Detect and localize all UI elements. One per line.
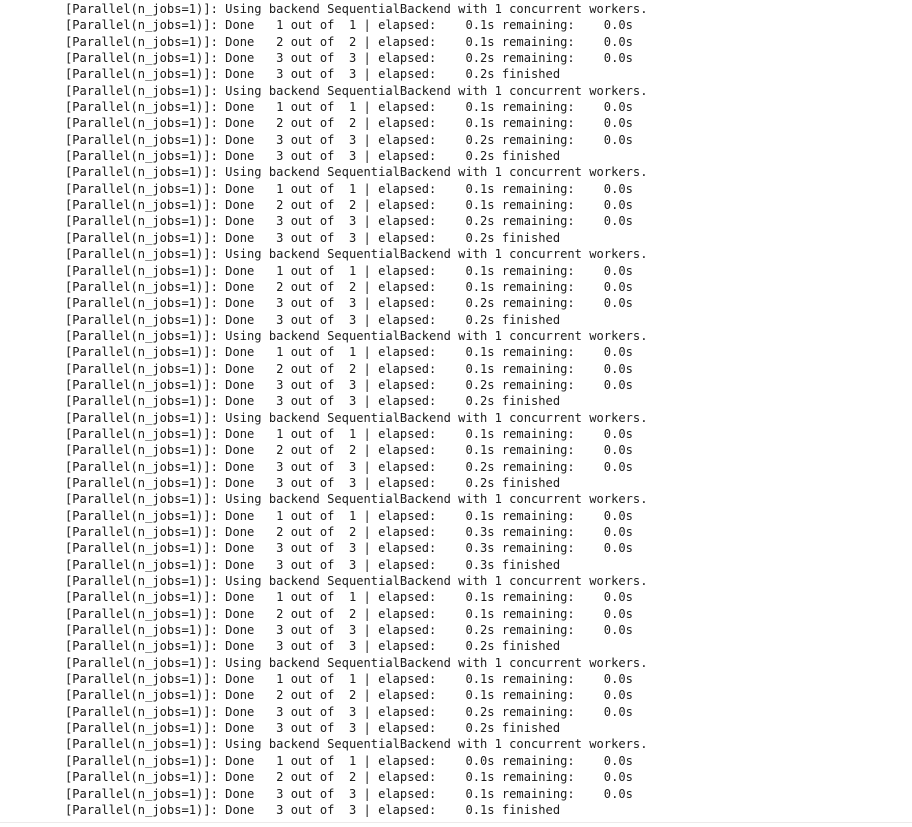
- log-line-progress: [Parallel(n_jobs=1)]: Done 3 out of 3 | …: [65, 214, 633, 229]
- log-line-progress: [Parallel(n_jobs=1)]: Done 1 out of 1 | …: [65, 753, 633, 768]
- log-line-progress-finished: [Parallel(n_jobs=1)]: Done 3 out of 3 | …: [65, 394, 561, 409]
- log-line-progress: [Parallel(n_jobs=1)]: Done 1 out of 1 | …: [65, 345, 633, 360]
- log-line-progress-finished: [Parallel(n_jobs=1)]: Done 3 out of 3 | …: [65, 230, 561, 245]
- log-line-progress: [Parallel(n_jobs=1)]: Done 1 out of 1 | …: [65, 18, 633, 33]
- log-line-backend-header: [Parallel(n_jobs=1)]: Using backend Sequ…: [65, 247, 648, 262]
- log-line-progress: [Parallel(n_jobs=1)]: Done 2 out of 2 | …: [65, 34, 633, 49]
- console-output-panel: [Parallel(n_jobs=1)]: Using backend Sequ…: [0, 0, 912, 827]
- log-line-backend-header: [Parallel(n_jobs=1)]: Using backend Sequ…: [65, 328, 648, 343]
- log-line-progress: [Parallel(n_jobs=1)]: Done 1 out of 1 | …: [65, 181, 633, 196]
- log-line-progress: [Parallel(n_jobs=1)]: Done 3 out of 3 | …: [65, 377, 633, 392]
- log-line-progress: [Parallel(n_jobs=1)]: Done 1 out of 1 | …: [65, 263, 633, 278]
- log-line-progress: [Parallel(n_jobs=1)]: Done 3 out of 3 | …: [65, 132, 633, 147]
- log-line-progress-finished: [Parallel(n_jobs=1)]: Done 3 out of 3 | …: [65, 639, 561, 654]
- log-line-progress: [Parallel(n_jobs=1)]: Done 2 out of 2 | …: [65, 116, 633, 131]
- log-line-progress: [Parallel(n_jobs=1)]: Done 1 out of 1 | …: [65, 672, 633, 687]
- log-line-progress: [Parallel(n_jobs=1)]: Done 3 out of 3 | …: [65, 296, 633, 311]
- log-line-progress: [Parallel(n_jobs=1)]: Done 2 out of 2 | …: [65, 361, 633, 376]
- log-line-progress: [Parallel(n_jobs=1)]: Done 2 out of 2 | …: [65, 198, 633, 213]
- log-line-progress-finished: [Parallel(n_jobs=1)]: Done 3 out of 3 | …: [65, 802, 561, 817]
- log-line-progress: [Parallel(n_jobs=1)]: Done 2 out of 2 | …: [65, 688, 633, 703]
- log-line-progress-finished: [Parallel(n_jobs=1)]: Done 3 out of 3 | …: [65, 67, 561, 82]
- log-line-progress: [Parallel(n_jobs=1)]: Done 2 out of 2 | …: [65, 279, 633, 294]
- log-line-backend-header: [Parallel(n_jobs=1)]: Using backend Sequ…: [65, 655, 648, 670]
- log-line-progress: [Parallel(n_jobs=1)]: Done 1 out of 1 | …: [65, 426, 633, 441]
- log-line-backend-header: [Parallel(n_jobs=1)]: Using backend Sequ…: [65, 492, 648, 507]
- log-line-backend-header: [Parallel(n_jobs=1)]: Using backend Sequ…: [65, 2, 648, 16]
- log-line-progress: [Parallel(n_jobs=1)]: Done 1 out of 1 | …: [65, 508, 633, 523]
- log-line-list: [Parallel(n_jobs=1)]: Using backend Sequ…: [0, 1, 912, 818]
- log-line-progress: [Parallel(n_jobs=1)]: Done 2 out of 2 | …: [65, 770, 633, 785]
- log-line-backend-header: [Parallel(n_jobs=1)]: Using backend Sequ…: [65, 574, 648, 589]
- log-line-progress: [Parallel(n_jobs=1)]: Done 2 out of 2 | …: [65, 525, 633, 539]
- log-line-backend-header: [Parallel(n_jobs=1)]: Using backend Sequ…: [65, 737, 648, 752]
- log-line-progress-finished: [Parallel(n_jobs=1)]: Done 3 out of 3 | …: [65, 149, 561, 164]
- log-line-progress: [Parallel(n_jobs=1)]: Done 2 out of 2 | …: [65, 606, 633, 621]
- log-line-progress-finished: [Parallel(n_jobs=1)]: Done 3 out of 3 | …: [65, 557, 561, 572]
- log-line-progress: [Parallel(n_jobs=1)]: Done 1 out of 1 | …: [65, 590, 633, 605]
- log-line-progress-finished: [Parallel(n_jobs=1)]: Done 3 out of 3 | …: [65, 312, 561, 327]
- log-line-progress-finished: [Parallel(n_jobs=1)]: Done 3 out of 3 | …: [65, 721, 561, 736]
- log-line-progress: [Parallel(n_jobs=1)]: Done 3 out of 3 | …: [65, 51, 633, 66]
- log-line-progress-finished: [Parallel(n_jobs=1)]: Done 3 out of 3 | …: [65, 475, 561, 490]
- log-line-backend-header: [Parallel(n_jobs=1)]: Using backend Sequ…: [65, 410, 648, 425]
- bottom-separator-rule: [0, 822, 912, 823]
- log-line-progress: [Parallel(n_jobs=1)]: Done 3 out of 3 | …: [65, 541, 633, 556]
- log-line-progress: [Parallel(n_jobs=1)]: Done 3 out of 3 | …: [65, 704, 633, 719]
- log-line-progress: [Parallel(n_jobs=1)]: Done 2 out of 2 | …: [65, 443, 633, 458]
- log-line-backend-header: [Parallel(n_jobs=1)]: Using backend Sequ…: [65, 83, 648, 98]
- log-line-backend-header: [Parallel(n_jobs=1)]: Using backend Sequ…: [65, 165, 648, 180]
- log-line-progress: [Parallel(n_jobs=1)]: Done 3 out of 3 | …: [65, 623, 633, 638]
- log-line-progress: [Parallel(n_jobs=1)]: Done 3 out of 3 | …: [65, 786, 633, 801]
- log-line-progress: [Parallel(n_jobs=1)]: Done 1 out of 1 | …: [65, 100, 633, 115]
- log-line-progress: [Parallel(n_jobs=1)]: Done 3 out of 3 | …: [65, 459, 633, 474]
